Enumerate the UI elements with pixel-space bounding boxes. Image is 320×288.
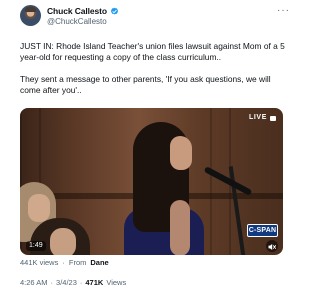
video-views: 441K views [20, 258, 59, 267]
speaker-face [170, 136, 192, 170]
author-handle[interactable]: @ChuckCallesto [47, 17, 107, 26]
video-timestamp: 1:49 [26, 241, 46, 251]
network-logo: C-SPAN [247, 224, 278, 237]
foreground-person-face [50, 228, 76, 255]
author-display-name[interactable]: Chuck Callesto [47, 6, 107, 16]
from-name-link[interactable]: Dane [90, 258, 108, 267]
separator: · [79, 278, 83, 287]
more-options-icon[interactable]: ··· [277, 6, 290, 16]
name-row: Chuck Callesto [47, 6, 119, 16]
background-person-face [28, 194, 50, 222]
separator: · [62, 258, 65, 267]
video-stats: 441K views · From Dane [20, 258, 109, 267]
verified-badge-icon [110, 7, 119, 15]
tweet-time[interactable]: 4:26 AM [20, 278, 48, 287]
tweet-views-label: Views [106, 278, 127, 287]
separator: · [50, 278, 54, 287]
tweet-date[interactable]: 3/4/23 [56, 278, 77, 287]
avatar[interactable] [20, 5, 41, 26]
speaker-muted-icon[interactable] [266, 240, 278, 252]
live-label: LIVE [249, 114, 267, 121]
tweet-text: JUST IN: Rhode Island Teacher's union fi… [20, 41, 288, 107]
speaker-muted-glyph [268, 244, 277, 250]
video-player[interactable]: LIVE C-SPAN 1:49 [20, 108, 283, 255]
tweet-header: Chuck Callesto @ChuckCallesto ··· [20, 5, 290, 27]
tweet-paragraph-1: JUST IN: Rhode Island Teacher's union fi… [20, 41, 285, 62]
tweet-paragraph-2: They sent a message to other parents, 'I… [20, 74, 271, 95]
from-label: From [68, 258, 87, 267]
speaker-arm [170, 200, 190, 255]
tweet-meta: 4:26 AM · 3/4/23 · 471K Views [20, 278, 126, 287]
live-indicator-icon [270, 116, 276, 121]
tweet-views-count: 471K [85, 278, 104, 287]
